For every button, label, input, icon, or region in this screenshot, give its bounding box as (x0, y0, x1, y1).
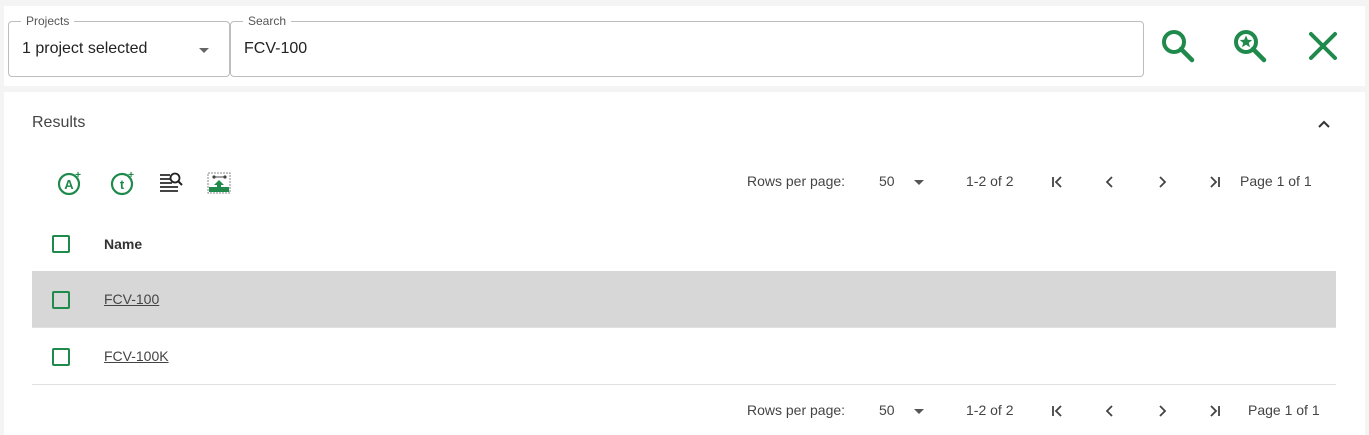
table-row[interactable]: FCV-100K (32, 328, 1336, 385)
chevron-right-icon (1159, 405, 1167, 417)
previous-page-button[interactable] (1100, 172, 1120, 192)
last-page-icon (1210, 176, 1220, 188)
page-label: Page 1 of 1 (1248, 402, 1320, 418)
chevron-left-icon (1105, 176, 1113, 188)
row-checkbox[interactable] (52, 348, 70, 366)
projects-value: 1 project selected (22, 40, 148, 57)
next-page-button[interactable] (1152, 172, 1172, 192)
rows-per-page-value[interactable]: 50 (879, 173, 895, 189)
favorite-search-button[interactable] (1230, 26, 1270, 66)
first-page-button[interactable] (1048, 401, 1068, 421)
chevron-up-icon (1318, 120, 1330, 128)
search-input[interactable]: FCV-100 (244, 39, 307, 59)
table-header: Name (32, 220, 1336, 271)
pagination-top: Rows per page: 50 1-2 of 2 Page 1 of 1 (4, 170, 1365, 194)
row-checkbox[interactable] (52, 291, 70, 309)
previous-page-button[interactable] (1100, 401, 1120, 421)
row-name-link[interactable]: FCV-100 (104, 291, 159, 307)
projects-label: Projects (21, 14, 75, 28)
range-label: 1-2 of 2 (966, 402, 1014, 418)
clear-button[interactable] (1303, 26, 1343, 66)
chevron-right-icon (1159, 176, 1167, 188)
search-label: Search (243, 14, 292, 28)
range-label: 1-2 of 2 (966, 173, 1014, 189)
collapse-button[interactable] (1314, 114, 1334, 134)
rows-per-page-value[interactable]: 50 (879, 402, 895, 418)
chevron-left-icon (1105, 405, 1113, 417)
rows-per-page-label: Rows per page: (747, 402, 846, 418)
table-row[interactable]: FCV-100 (32, 271, 1336, 328)
first-page-icon (1052, 405, 1062, 417)
results-table: Name FCV-100 FCV-100K (32, 220, 1336, 385)
select-all-checkbox[interactable] (52, 235, 70, 253)
row-name-link[interactable]: FCV-100K (104, 348, 169, 364)
results-panel: Results A + t + Rows per page: 50 1-2 of… (4, 92, 1365, 435)
rows-per-page-label: Rows per page: (747, 173, 846, 189)
last-page-button[interactable] (1204, 401, 1224, 421)
clear-icon (1309, 32, 1337, 60)
last-page-button[interactable] (1204, 172, 1224, 192)
search-button[interactable] (1158, 26, 1198, 66)
results-title: Results (32, 114, 86, 131)
page-label: Page 1 of 1 (1240, 173, 1312, 189)
first-page-button[interactable] (1048, 172, 1068, 192)
first-page-icon (1052, 176, 1062, 188)
dropdown-caret-icon[interactable] (914, 409, 924, 414)
last-page-icon (1210, 405, 1220, 417)
column-header-name: Name (104, 236, 143, 252)
pagination-bottom: Rows per page: 50 1-2 of 2 Page 1 of 1 (4, 399, 1365, 423)
favorite-search-icon (1234, 30, 1267, 63)
dropdown-caret-icon[interactable] (199, 48, 209, 53)
dropdown-caret-icon[interactable] (914, 180, 924, 185)
next-page-button[interactable] (1152, 401, 1172, 421)
search-icon (1162, 30, 1195, 63)
search-field[interactable]: Search FCV-100 (230, 14, 1144, 77)
projects-select[interactable]: Projects 1 project selected (8, 14, 230, 77)
